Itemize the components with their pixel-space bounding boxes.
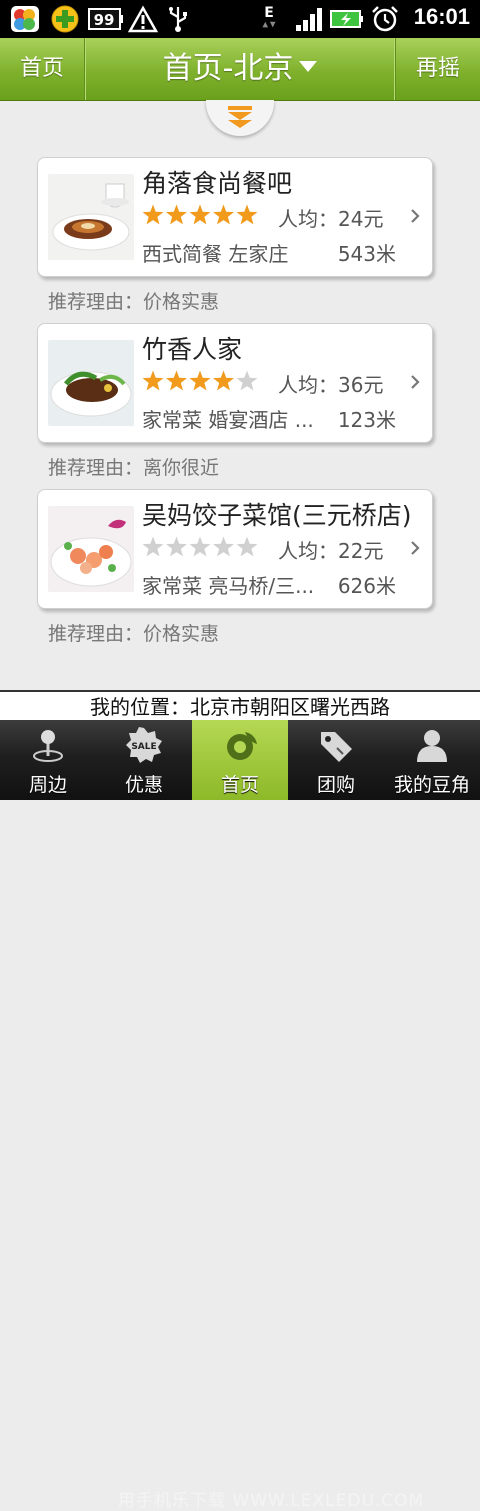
network-label: E — [264, 5, 274, 21]
battery-charging-icon — [330, 10, 363, 28]
star-icon — [166, 204, 187, 225]
star-icon — [142, 536, 164, 557]
svg-text:SALE: SALE — [131, 742, 156, 752]
restaurant-card[interactable]: 竹香人家 人均：36元 家常菜 婚宴酒店 ... 123米 — [37, 323, 433, 443]
recommend-reason: 推荐理由：价格实惠 — [48, 623, 220, 645]
average-price: 人均：24元 — [278, 207, 384, 231]
star-icon — [213, 370, 234, 391]
star-icon — [166, 536, 187, 557]
network-e-icon: E — [262, 5, 276, 28]
tab-label: 周边 — [28, 774, 67, 796]
rating-stars — [142, 204, 258, 225]
photo-app-icon[interactable] — [10, 5, 40, 33]
tab-nearby[interactable]: 周边 — [0, 720, 96, 800]
user-icon — [417, 730, 447, 762]
star-icon — [236, 370, 258, 391]
recommend-reason: 推荐理由：离你很近 — [48, 457, 220, 479]
distance: 626米 — [337, 574, 396, 598]
home-button[interactable]: 首页 — [0, 38, 85, 100]
star-icon — [189, 204, 211, 225]
distance: 123米 — [337, 408, 396, 432]
watermark-text: 用手机乐下载 WWW.LEXLEDU.COM — [118, 1491, 425, 1511]
title-bar: 首页 首页-北京 再摇 — [0, 38, 480, 101]
tab-home[interactable]: 首页 — [192, 720, 288, 800]
tab-label: 团购 — [316, 774, 355, 796]
restaurant-category: 家常菜 婚宴酒店 ... — [142, 408, 314, 432]
usb-icon — [169, 7, 187, 32]
star-icon — [189, 370, 211, 391]
restaurant-name: 角落食尚餐吧 — [142, 169, 293, 198]
star-icon — [213, 536, 234, 557]
alarm-icon — [372, 6, 398, 32]
star-icon — [236, 204, 258, 225]
tab-deals[interactable]: SALE 优惠 — [96, 720, 192, 800]
tab-group-buy[interactable]: 团购 — [288, 720, 384, 800]
signal-icon — [296, 8, 322, 31]
status-time: 16:01 — [413, 4, 470, 29]
tab-my-account[interactable]: 我的豆角 — [384, 720, 480, 800]
city-selector[interactable]: 首页-北京 — [85, 38, 395, 100]
map-pin-icon — [33, 730, 63, 762]
chevron-down-icon — [299, 61, 318, 72]
chevron-right-icon — [411, 541, 420, 555]
location-text: 我的位置：北京市朝阳区曙光西路 — [90, 695, 390, 719]
sale-tag-icon: SALE — [126, 727, 162, 763]
restaurant-name: 竹香人家 — [142, 335, 243, 364]
add-icon[interactable] — [50, 5, 80, 33]
restaurant-name: 吴妈饺子菜馆(三元桥店) — [142, 501, 412, 530]
distance: 543米 — [337, 242, 396, 266]
my-location-bar[interactable]: 我的位置：北京市朝阳区曙光西路 — [0, 690, 480, 722]
star-icon — [213, 204, 234, 225]
steak-dish-thumbnail — [48, 340, 134, 426]
tab-label: 我的豆角 — [393, 774, 470, 796]
shake-logo-icon — [227, 732, 257, 760]
rating-stars — [142, 536, 258, 557]
average-price: 人均：22元 — [278, 539, 384, 563]
tab-label: 首页 — [220, 774, 259, 796]
status-bar: 99 E 16:01 — [0, 0, 480, 38]
chevron-right-icon — [411, 375, 420, 389]
page-title: 首页-北京 — [162, 51, 294, 86]
bottom-tab-bar: 周边 SALE 优惠 首页 团购 我的豆角 用手机乐下载 WWW.LEXLEDU… — [0, 720, 480, 1511]
star-icon — [236, 536, 258, 557]
restaurant-card[interactable]: 吴妈饺子菜馆(三元桥店) 人均：22元 家常菜 亮马桥/三... 626米 — [37, 489, 433, 609]
double-chevron-down-icon — [228, 106, 252, 128]
star-icon — [166, 370, 187, 391]
rating-stars — [142, 370, 258, 391]
restaurant-card[interactable]: 角落食尚餐吧 人均：24元 西式简餐 左家庄 543米 — [37, 157, 433, 277]
restaurant-category: 家常菜 亮马桥/三... — [142, 574, 315, 598]
shake-again-button[interactable]: 再摇 — [395, 38, 480, 100]
tag-icon — [321, 732, 352, 762]
battery-badge-text: 99 — [94, 11, 115, 29]
tab-label: 优惠 — [124, 774, 163, 796]
recommend-reason: 推荐理由：价格实惠 — [48, 291, 220, 313]
star-icon — [189, 536, 211, 557]
warning-icon — [128, 5, 158, 33]
seafood-salad-thumbnail — [48, 506, 134, 592]
star-icon — [142, 204, 164, 225]
restaurant-category: 西式简餐 左家庄 — [142, 242, 289, 266]
dessert-plate-thumbnail — [48, 174, 134, 260]
pull-down-handle[interactable] — [206, 100, 274, 136]
chevron-right-icon — [411, 209, 420, 223]
star-icon — [142, 370, 164, 391]
battery-badge-icon: 99 — [88, 8, 123, 30]
average-price: 人均：36元 — [278, 373, 384, 397]
